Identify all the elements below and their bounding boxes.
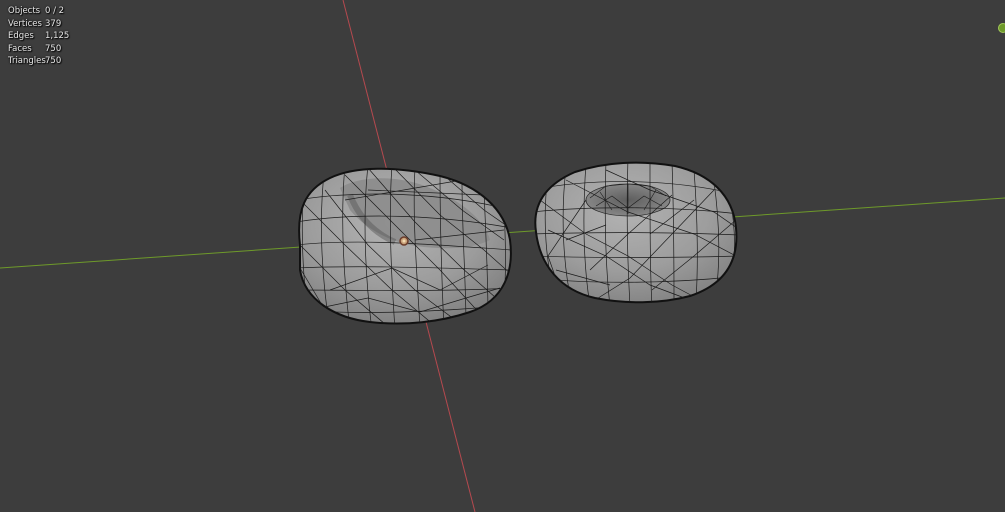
stat-label: Vertices	[8, 18, 42, 29]
stat-value: 750	[45, 56, 62, 66]
viewport-scene[interactable]	[0, 0, 1005, 512]
3d-viewport[interactable]: Objects 0 / 2 Vertices 379 Edges 1,125 F…	[0, 0, 1005, 512]
stat-label: Faces	[8, 43, 32, 54]
stat-value: 1,125	[45, 31, 70, 41]
stat-row-objects: Objects 0 / 2	[8, 5, 69, 18]
stat-label: Edges	[8, 31, 34, 41]
stat-row-faces: Faces 750	[8, 43, 69, 56]
navigation-gizmo-y-axis-icon[interactable]	[998, 23, 1005, 33]
stat-row-edges: Edges 1,125	[8, 30, 69, 43]
stat-value: 379	[45, 18, 62, 29]
bean-bag-chair[interactable]	[296, 165, 512, 330]
stat-row-vertices: Vertices 379	[8, 18, 69, 31]
stat-label: Triangles	[8, 56, 46, 66]
viewport-statistics: Objects 0 / 2 Vertices 379 Edges 1,125 F…	[8, 5, 69, 68]
stat-row-triangles: Triangles 750	[8, 55, 69, 68]
stat-label: Objects	[8, 6, 41, 16]
stat-value: 750	[45, 43, 62, 54]
bean-bag-round[interactable]	[532, 158, 740, 306]
stat-value: 0 / 2	[45, 6, 65, 16]
